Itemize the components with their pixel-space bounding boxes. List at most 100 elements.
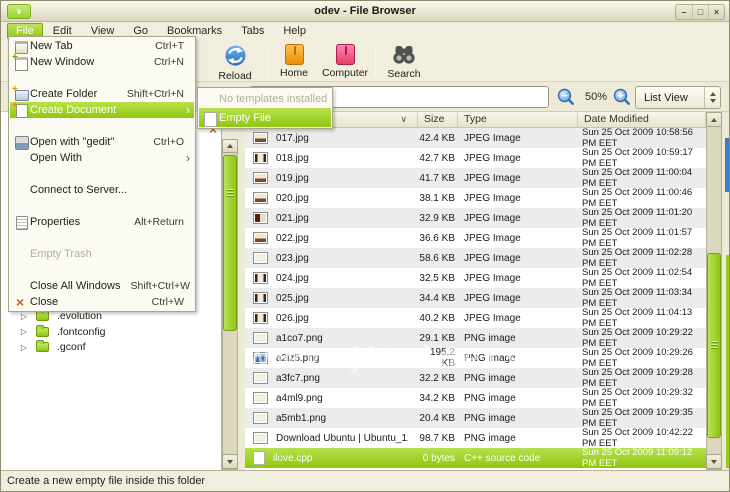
- sidebar-scroll-down-icon[interactable]: [222, 454, 238, 469]
- file-type: JPEG Image: [458, 293, 578, 304]
- folder-icon: [36, 327, 49, 337]
- menu-item[interactable]: Open With ›: [10, 150, 194, 166]
- expander-icon[interactable]: ▷: [18, 343, 30, 352]
- menubar-item[interactable]: Help: [274, 23, 315, 39]
- zoom-out-icon: [557, 88, 575, 106]
- file-thumbnail-icon: [253, 312, 268, 324]
- menu-item-icon: [13, 87, 30, 101]
- file-name: 018.jpg: [276, 153, 309, 164]
- file-row[interactable]: 024.jpg 32.5 KB JPEG Image Sun 25 Oct 20…: [245, 268, 706, 288]
- file-size: 36.6 KB: [418, 233, 458, 244]
- file-row[interactable]: 017.jpg 42.4 KB JPEG Image Sun 25 Oct 20…: [245, 128, 706, 148]
- file-row[interactable]: 019.jpg 41.7 KB JPEG Image Sun 25 Oct 20…: [245, 168, 706, 188]
- menu-item-icon: [13, 263, 30, 277]
- file-size: 40.2 KB: [418, 313, 458, 324]
- menu-item[interactable]: Connect to Server...: [10, 182, 194, 198]
- list-scroll-down-icon[interactable]: [706, 454, 722, 469]
- sidebar-scroll-up-icon[interactable]: [222, 139, 238, 153]
- file-row[interactable]: 020.jpg 38.1 KB JPEG Image Sun 25 Oct 20…: [245, 188, 706, 208]
- file-row[interactable]: a1co7.png 29.1 KB PNG image Sun 25 Oct 2…: [245, 328, 706, 348]
- computer-folder-icon: [336, 44, 355, 65]
- folder-icon: [36, 311, 49, 321]
- menu-item-accelerator: Ctrl+T: [145, 40, 184, 52]
- file-date-modified: Sun 25 Oct 2009 10:59:17 PM EET: [578, 147, 706, 169]
- zoom-in-icon: [613, 88, 631, 106]
- zoom-level: 50%: [579, 91, 613, 103]
- file-date-modified: Sun 25 Oct 2009 10:29:26 PM EET: [578, 347, 706, 369]
- window-control-button[interactable]: ×: [708, 5, 724, 19]
- sidebar-scrollbar-thumb[interactable]: [223, 155, 237, 331]
- file-row[interactable]: a4ml9.png 34.2 KB PNG image Sun 25 Oct 2…: [245, 388, 706, 408]
- file-thumbnail-icon: [253, 432, 268, 444]
- toolbar-separator: [375, 46, 376, 76]
- file-row[interactable]: ilove.cpp 0 bytes C++ source code Sun 25…: [245, 448, 706, 468]
- file-row[interactable]: 018.jpg 42.7 KB JPEG Image Sun 25 Oct 20…: [245, 148, 706, 168]
- column-header-date[interactable]: Date Modified: [578, 112, 706, 127]
- reload-button[interactable]: Reload: [207, 43, 263, 80]
- view-mode-dropdown[interactable]: List View: [635, 86, 721, 109]
- status-text: Create a new empty file inside this fold…: [7, 475, 205, 487]
- file-type: PNG image: [458, 353, 578, 364]
- zoom-in-button[interactable]: [613, 88, 631, 106]
- file-date-modified: Sun 25 Oct 2009 11:02:28 PM EET: [578, 247, 706, 269]
- menu-item-icon: [13, 135, 30, 149]
- column-header-size[interactable]: Size: [418, 112, 458, 127]
- file-thumbnail-icon: [253, 132, 268, 144]
- file-size: 98.7 KB: [418, 433, 458, 444]
- search-button[interactable]: Search: [380, 43, 428, 80]
- file-thumbnail-icon: [253, 152, 268, 164]
- file-name: 022.jpg: [276, 233, 309, 244]
- folder-icon: [36, 342, 49, 352]
- file-row[interactable]: 025.jpg 34.4 KB JPEG Image Sun 25 Oct 20…: [245, 288, 706, 308]
- menu-item-label: Create Folder: [30, 88, 117, 100]
- file-size: 58.6 KB: [418, 253, 458, 264]
- file-type: PNG image: [458, 393, 578, 404]
- file-row[interactable]: a5mb1.png 20.4 KB PNG image Sun 25 Oct 2…: [245, 408, 706, 428]
- list-scrollbar-thumb[interactable]: [707, 253, 721, 438]
- menu-item-icon: [13, 39, 30, 53]
- file-menu: New Tab Ctrl+T New Window Ctrl+N Create: [8, 36, 196, 312]
- menu-item[interactable]: Close All Windows Shift+Ctrl+W: [10, 278, 194, 294]
- menu-item[interactable]: New Tab Ctrl+T: [10, 38, 194, 54]
- file-name: 020.jpg: [276, 193, 309, 204]
- file-type: PNG image: [458, 373, 578, 384]
- computer-button[interactable]: Computer: [318, 43, 372, 80]
- file-row[interactable]: Download Ubuntu | Ubuntu_12565... 98.7 K…: [245, 428, 706, 448]
- file-thumbnail-icon: [253, 412, 268, 424]
- menu-item-label: Properties: [30, 216, 124, 228]
- menu-item[interactable]: Properties Alt+Return: [10, 214, 194, 230]
- expander-icon[interactable]: ▷: [18, 327, 30, 336]
- menu-item[interactable]: New Window Ctrl+N: [10, 54, 194, 70]
- menu-item-label: New Tab: [30, 40, 145, 52]
- menu-item-icon: [13, 183, 30, 197]
- menu-item: [10, 70, 194, 86]
- submenu-item[interactable]: Empty File: [199, 108, 331, 127]
- expander-icon[interactable]: ▷: [18, 312, 30, 321]
- menu-item[interactable]: Open with "gedit" Ctrl+O: [10, 134, 194, 150]
- home-label: Home: [280, 67, 308, 79]
- file-thumbnail-icon: [253, 232, 268, 244]
- menu-item[interactable]: Create Document ›: [10, 102, 194, 118]
- menu-item[interactable]: Create Folder Shift+Ctrl+N: [10, 86, 194, 102]
- submenu-arrow-icon: ›: [180, 152, 190, 164]
- file-row[interactable]: a3fc7.png 32.2 KB PNG image Sun 25 Oct 2…: [245, 368, 706, 388]
- file-row[interactable]: 026.jpg 40.2 KB JPEG Image Sun 25 Oct 20…: [245, 308, 706, 328]
- window-control-button[interactable]: □: [692, 5, 708, 19]
- file-size: 38.1 KB: [418, 193, 458, 204]
- file-row[interactable]: 023.jpg 58.6 KB JPEG Image Sun 25 Oct 20…: [245, 248, 706, 268]
- submenu-item-label: No templates installed: [219, 93, 327, 105]
- file-thumbnail-icon: [253, 352, 268, 364]
- home-button[interactable]: Home: [272, 43, 316, 80]
- menu-item[interactable]: Close Ctrl+W: [10, 294, 194, 310]
- window-control-button[interactable]: –: [676, 5, 692, 19]
- file-row[interactable]: 021.jpg 32.9 KB JPEG Image Sun 25 Oct 20…: [245, 208, 706, 228]
- file-size: 41.7 KB: [418, 173, 458, 184]
- list-scroll-up-icon[interactable]: [706, 112, 722, 127]
- menu-item-icon: [13, 55, 30, 69]
- zoom-out-button[interactable]: [557, 88, 575, 106]
- create-document-submenu: No templates installed Empty File: [197, 87, 333, 129]
- menubar-item[interactable]: Tabs: [232, 23, 273, 39]
- column-header-type[interactable]: Type: [458, 112, 578, 127]
- file-row[interactable]: a2iz5.png 195.2 KB PNG image Sun 25 Oct …: [245, 348, 706, 368]
- file-row[interactable]: 022.jpg 36.6 KB JPEG Image Sun 25 Oct 20…: [245, 228, 706, 248]
